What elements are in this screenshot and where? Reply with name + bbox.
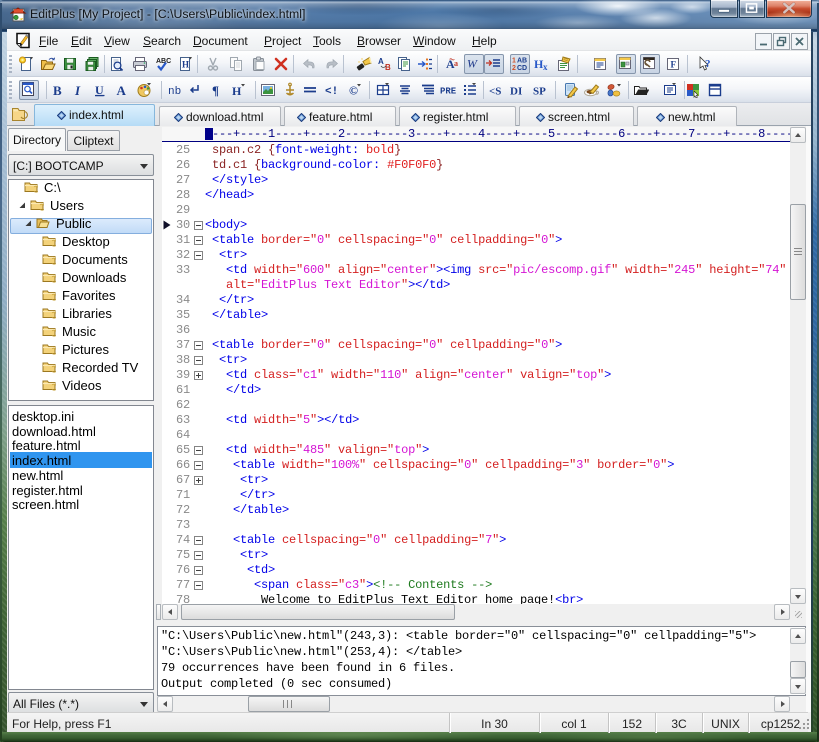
svg-text:x: x — [543, 62, 548, 72]
svg-text:¶: ¶ — [212, 83, 219, 98]
svg-text:1: 1 — [512, 58, 516, 65]
svg-text:a: a — [454, 59, 458, 68]
svg-text:A: A — [117, 83, 127, 98]
svg-text:B: B — [53, 83, 62, 98]
svg-text:CD: CD — [517, 65, 527, 71]
svg-text:2: 2 — [512, 65, 516, 71]
svg-text:©: © — [349, 84, 358, 98]
svg-text:W: W — [467, 57, 478, 71]
svg-text:B: B — [385, 63, 391, 72]
svg-text:F: F — [671, 60, 677, 70]
svg-text:AB: AB — [517, 58, 527, 65]
svg-text:H: H — [182, 60, 189, 70]
svg-text:<S: <S — [489, 86, 501, 98]
svg-text:I: I — [74, 83, 81, 98]
svg-text:?: ? — [705, 58, 711, 70]
svg-text:nb: nb — [168, 86, 181, 98]
svg-text:A: A — [378, 57, 384, 66]
svg-text:DI: DI — [510, 86, 522, 98]
svg-text:<!··: <!·· — [325, 86, 340, 98]
svg-text:PRE: PRE — [440, 87, 456, 97]
svg-text:SP: SP — [533, 86, 546, 98]
svg-text:H: H — [232, 84, 242, 98]
svg-text:ABC: ABC — [156, 58, 171, 65]
